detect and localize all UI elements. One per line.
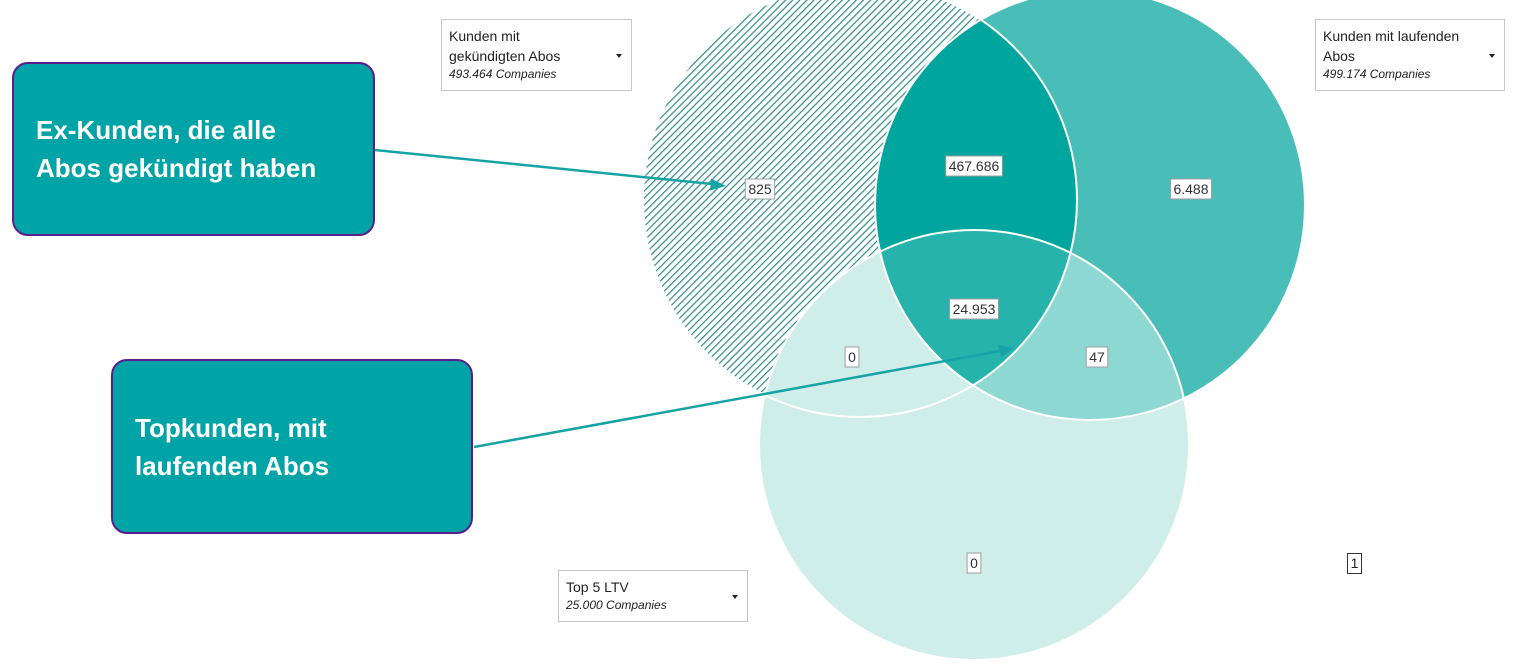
page-indicator[interactable]: 1 [1347, 553, 1362, 574]
set-title-line-2: Abos [1323, 48, 1355, 64]
caret-down-icon[interactable] [732, 595, 738, 599]
set-count: 493.464 Companies [449, 67, 557, 81]
region-label-c-only[interactable]: 0 [966, 552, 982, 574]
set-title-line-2: gekündigten Abos [449, 48, 561, 64]
set-title-line-1: Kunden mit laufenden [1323, 28, 1460, 44]
callout-text: Topkunden, mit laufenden Abos [135, 409, 329, 485]
set-title-line-1: Top 5 LTV [566, 579, 629, 595]
callout-line-2: laufenden Abos [135, 450, 330, 481]
region-label-abc[interactable]: 24.953 [949, 298, 999, 320]
callout-text: Ex-Kunden, die alle Abos gekündigt haben [36, 111, 316, 187]
set-count: 25.000 Companies [566, 598, 667, 612]
caret-down-icon[interactable] [616, 54, 622, 58]
set-selector-top5[interactable]: Top 5 LTV 25.000 Companies [558, 570, 748, 622]
region-label-b-only[interactable]: 6.488 [1169, 178, 1213, 200]
callout-line-1: Ex-Kunden, die alle [36, 115, 276, 145]
svg-text:24.953: 24.953 [953, 301, 996, 317]
caret-down-icon[interactable] [1489, 54, 1495, 58]
callout-topkunden: Topkunden, mit laufenden Abos [111, 359, 473, 534]
svg-text:47: 47 [1089, 349, 1105, 365]
svg-text:0: 0 [848, 349, 856, 365]
callout-line-2: Abos gekündigt haben [36, 153, 317, 183]
svg-text:467.686: 467.686 [949, 158, 1000, 174]
svg-text:0: 0 [970, 555, 978, 571]
set-selector-laufend[interactable]: Kunden mit laufenden Abos 499.174 Compan… [1315, 19, 1505, 91]
svg-text:6.488: 6.488 [1173, 181, 1208, 197]
set-title-line-1: Kunden mit [449, 28, 520, 44]
region-label-ab[interactable]: 467.686 [945, 155, 1003, 177]
region-label-a-only[interactable]: 825 [744, 178, 776, 200]
region-label-bc[interactable]: 47 [1085, 346, 1109, 368]
set-count: 499.174 Companies [1323, 67, 1431, 81]
set-selector-gekuendigt[interactable]: Kunden mit gekündigten Abos 493.464 Comp… [441, 19, 632, 91]
svg-text:825: 825 [748, 181, 772, 197]
callout-line-1: Topkunden, mit [135, 412, 327, 443]
callout-ex-kunden: Ex-Kunden, die alle Abos gekündigt haben [12, 62, 375, 236]
region-label-ac[interactable]: 0 [844, 346, 860, 368]
